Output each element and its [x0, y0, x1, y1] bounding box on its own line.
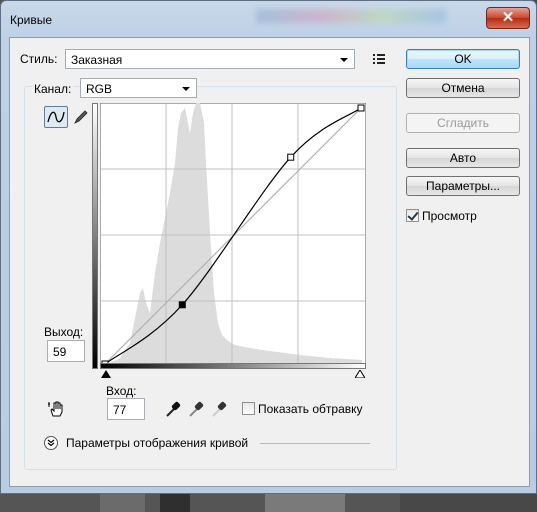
white-eyedropper-button[interactable] [211, 400, 227, 418]
black-eyedropper-button[interactable] [165, 400, 181, 418]
chevron-down-icon [182, 87, 190, 91]
curve-control-point[interactable] [287, 153, 295, 161]
curve-icon [47, 111, 65, 123]
preview-checkbox[interactable] [406, 209, 419, 222]
show-clipping-checkbox[interactable] [242, 402, 255, 415]
cancel-button[interactable]: Отмена [406, 78, 520, 98]
list-icon [373, 54, 385, 64]
options-button[interactable]: Параметры... [406, 176, 520, 196]
curves-dialog: Кривые ✕ Стиль: Заказная OK Отмена Сглад… [0, 0, 537, 494]
curve-control-point[interactable] [178, 301, 186, 309]
channel-label: Канал: [32, 82, 74, 96]
pencil-tool-button[interactable] [72, 108, 90, 126]
eyedropper-icon [166, 401, 181, 417]
show-clipping-label: Показать обтравку [258, 402, 363, 416]
style-select-value: Заказная [71, 53, 123, 67]
title-bar-glass [256, 9, 446, 23]
auto-button[interactable]: Авто [406, 148, 520, 168]
title-bar[interactable]: Кривые ✕ [1, 1, 536, 39]
hand-icon [48, 401, 63, 417]
chevron-down-icon [47, 439, 55, 447]
curve-display-options-label: Параметры отображения кривой [66, 436, 249, 450]
output-value: 59 [53, 345, 67, 359]
input-label: Вход: [106, 384, 137, 398]
style-label: Стиль: [20, 52, 58, 66]
output-gradient-bar [92, 103, 98, 369]
pencil-icon [74, 110, 88, 124]
white-point-slider[interactable] [355, 370, 365, 378]
input-value: 77 [113, 403, 127, 417]
output-label: Выход: [44, 325, 84, 339]
eyedropper-icon [212, 401, 227, 417]
channel-select-value: RGB [86, 82, 113, 96]
ok-button[interactable]: OK [406, 49, 520, 69]
input-gradient-bar [100, 363, 366, 369]
style-select[interactable]: Заказная [65, 49, 355, 69]
gray-eyedropper-button[interactable] [188, 400, 204, 418]
close-button[interactable]: ✕ [486, 7, 530, 29]
chevron-down-icon [340, 58, 348, 62]
on-image-adjust-button[interactable] [48, 400, 66, 418]
black-point-slider[interactable] [101, 370, 111, 378]
channel-select[interactable]: RGB [80, 78, 197, 98]
curve-control-point[interactable] [357, 104, 365, 112]
eyedropper-icon [189, 401, 204, 417]
separator-line [260, 443, 370, 444]
output-field[interactable]: 59 [47, 340, 85, 362]
curve-tool-button[interactable] [44, 106, 68, 128]
curves-graph[interactable] [100, 103, 366, 369]
window-title: Кривые [10, 13, 53, 27]
presets-menu-button[interactable] [372, 52, 388, 66]
curve-display-expand-button[interactable] [44, 436, 58, 450]
input-field[interactable]: 77 [107, 398, 145, 420]
preview-label: Просмотр [422, 209, 477, 223]
dialog-body: Стиль: Заказная OK Отмена Сгладить Авто … [9, 37, 530, 487]
smooth-button[interactable]: Сгладить [406, 113, 520, 133]
